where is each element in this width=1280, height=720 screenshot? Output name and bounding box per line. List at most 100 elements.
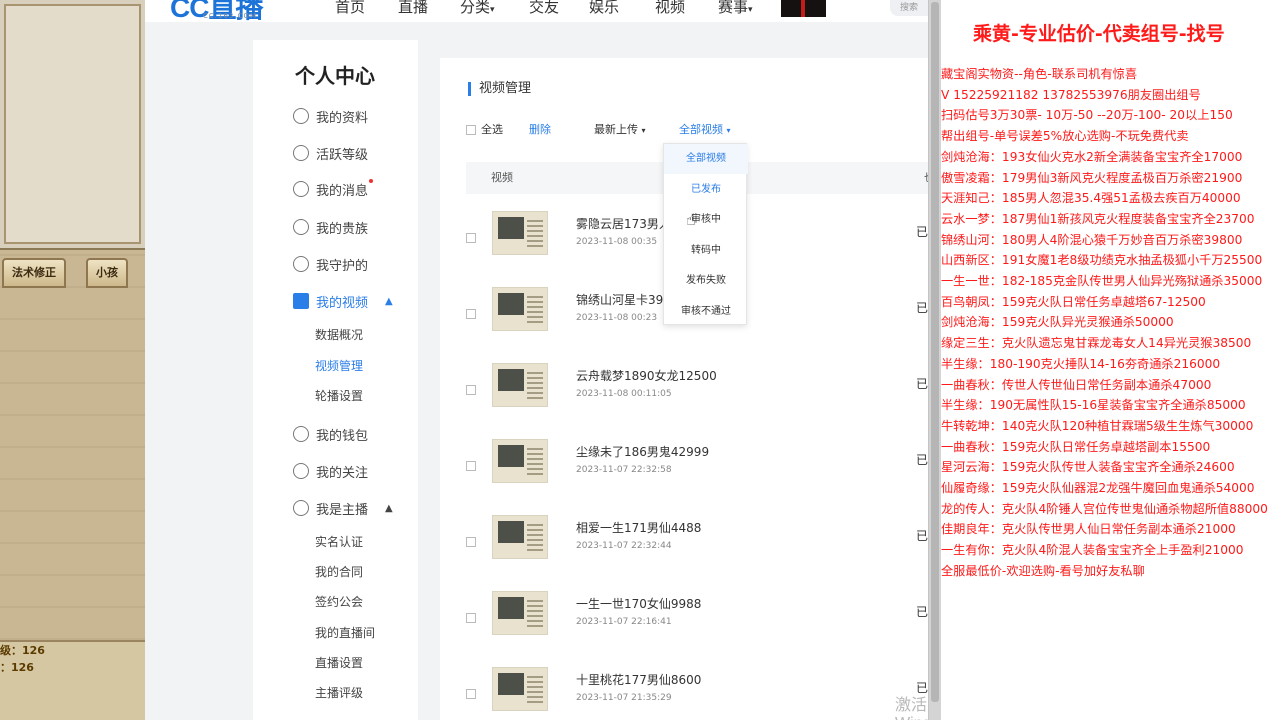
- table-row[interactable]: 云舟载梦1890女龙12500 2023-11-08 00:11:05 已: [466, 355, 928, 425]
- video-title[interactable]: 一生一世170女仙9988: [576, 595, 701, 612]
- overlay-line: 佳期良年：克火队传世男人仙日常任务副本通杀21000: [941, 522, 1236, 537]
- overlay-line: 帮出组号-单号误差5%放心选购-不玩免费代卖: [941, 129, 1189, 144]
- page-scrollbar[interactable]: [928, 0, 941, 720]
- cc-logo-subtext: CC.163.COM: [203, 12, 258, 20]
- game-tab-child[interactable]: 小孩: [86, 258, 128, 288]
- search-input[interactable]: 搜索: [890, 0, 928, 16]
- overlay-title: 乘黄-专业估价-代卖组号-找号: [973, 23, 1225, 45]
- guard-icon: [293, 256, 309, 272]
- sidebar-sub-guild[interactable]: 签约公会: [315, 593, 363, 610]
- sidebar-sub-carousel[interactable]: 轮播设置: [315, 387, 363, 404]
- row-checkbox[interactable]: [466, 689, 476, 699]
- sidebar-item-follows[interactable]: 我的关注: [293, 461, 368, 481]
- sidebar-sub-video-manage[interactable]: 视频管理: [315, 357, 363, 374]
- video-status: 已: [916, 453, 928, 467]
- row-checkbox[interactable]: [466, 309, 476, 319]
- filter-option-rejected[interactable]: 审核不通过: [664, 297, 748, 327]
- overlay-line: 星河云海：159克火队传世人装备宝宝齐全通杀24600: [941, 460, 1235, 475]
- video-thumbnail[interactable]: [492, 667, 548, 711]
- sidebar-sub-my-room[interactable]: 我的直播间: [315, 624, 375, 641]
- filter-option-transcoding[interactable]: 转码中: [664, 236, 748, 266]
- row-checkbox[interactable]: [466, 385, 476, 395]
- video-time: 2023-11-08 00:35: [576, 237, 658, 247]
- nav-entertainment[interactable]: 娱乐: [589, 0, 619, 17]
- sidebar-item-activity[interactable]: 活跃等级: [293, 143, 368, 163]
- nav-live[interactable]: 直播: [398, 0, 428, 17]
- video-thumbnail[interactable]: [492, 287, 548, 331]
- hand-cursor-icon: ☝: [686, 210, 696, 229]
- filter-option-published[interactable]: 已发布: [664, 175, 748, 205]
- filter-menu: 全部视频 已发布 审核中 转码中 发布失败 审核不通过: [663, 143, 748, 327]
- sort-dropdown[interactable]: 最新上传 ▾: [594, 121, 646, 137]
- heart-icon: [293, 463, 309, 479]
- sidebar-sub-live-settings[interactable]: 直播设置: [315, 654, 363, 671]
- sidebar-item-noble[interactable]: 我的贵族: [293, 217, 368, 237]
- wallet-icon: [293, 426, 309, 442]
- video-title[interactable]: 云舟载梦1890女龙12500: [576, 367, 717, 384]
- sidebar-sub-rating[interactable]: 主播评级: [315, 684, 363, 701]
- overlay-line: V 15225921182 13782553976朋友圈出组号: [941, 87, 1201, 102]
- table-row[interactable]: 相爱一生171男仙4488 2023-11-07 22:32:44 已: [466, 507, 928, 577]
- row-checkbox[interactable]: [466, 233, 476, 243]
- chevron-up-icon: ▲: [385, 502, 393, 514]
- video-thumbnail[interactable]: [492, 439, 548, 483]
- filter-option-failed[interactable]: 发布失败: [664, 266, 748, 296]
- delete-button[interactable]: 删除: [529, 121, 551, 137]
- video-thumbnail[interactable]: [492, 363, 548, 407]
- video-thumbnail[interactable]: [492, 591, 548, 635]
- video-thumbnail[interactable]: [492, 515, 548, 559]
- sidebar-item-messages[interactable]: 我的消息: [293, 179, 373, 199]
- live-thumbnail[interactable]: [781, 0, 826, 17]
- table-row[interactable]: 尘缘未了186男鬼42999 2023-11-07 22:32:58 已: [466, 431, 928, 501]
- sidebar-item-profile[interactable]: 我的资料: [293, 106, 368, 126]
- overlay-line: 剑炖沧海：159克火队异光灵猴通杀50000: [941, 315, 1174, 330]
- video-title[interactable]: 尘缘未了186男鬼42999: [576, 443, 709, 460]
- sidebar-item-anchor[interactable]: 我是主播 ▲: [293, 498, 393, 518]
- overlay-line: 半生缘：190无属性队15-16星装备宝宝齐全通杀85000: [941, 398, 1246, 413]
- sidebar-title: 个人中心: [295, 64, 375, 88]
- sidebar-item-wallet[interactable]: 我的钱包: [293, 424, 368, 444]
- video-thumbnail[interactable]: [492, 211, 548, 255]
- select-all-checkbox[interactable]: 全选: [466, 121, 503, 137]
- video-status: 已: [916, 529, 928, 543]
- row-checkbox[interactable]: [466, 537, 476, 547]
- video-title[interactable]: 十里桃花177男仙8600: [576, 671, 701, 688]
- overlay-line: 云水一梦：187男仙1新孩风克火程度装备宝宝齐全23700: [941, 211, 1255, 226]
- nav-video[interactable]: 视频: [655, 0, 685, 17]
- nav-social[interactable]: 交友: [529, 0, 559, 17]
- overlay-line: 一曲春秋：传世人传世仙日常任务副本通杀47000: [941, 377, 1212, 392]
- video-time: 2023-11-07 22:16:41: [576, 617, 672, 627]
- table-row[interactable]: 一生一世170女仙9988 2023-11-07 22:16:41 已: [466, 583, 928, 653]
- sidebar-sub-overview[interactable]: 数据概况: [315, 326, 363, 343]
- video-time: 2023-11-07 21:35:29: [576, 693, 672, 703]
- sidebar-sub-verify[interactable]: 实名认证: [315, 533, 363, 550]
- overlay-line: 锦绣山河：180男人4阶混心猿千万妙音百万杀密39800: [941, 232, 1243, 247]
- video-time: 2023-11-08 00:11:05: [576, 389, 672, 399]
- video-title[interactable]: 雾隐云居173男人: [576, 215, 671, 232]
- game-panel: [0, 0, 145, 250]
- game-stat-2: ：126: [0, 661, 34, 674]
- sidebar-item-videos[interactable]: 我的视频 ▲: [293, 291, 393, 311]
- video-time: 2023-11-08 00:23: [576, 313, 658, 323]
- video-title[interactable]: 相爱一生171男仙4488: [576, 519, 701, 536]
- filter-dropdown[interactable]: 全部视频 ▾: [679, 121, 731, 137]
- nav-events[interactable]: 赛事▾: [718, 0, 753, 17]
- table-row[interactable]: 十里桃花177男仙8600 2023-11-07 21:35:29 已: [466, 659, 928, 720]
- overlay-line: 扫码估号3万30票- 10万-50 --20万-100- 20以上150: [941, 108, 1233, 123]
- nav-category[interactable]: 分类▾: [460, 0, 495, 17]
- sidebar-item-guard[interactable]: 我守护的: [293, 254, 368, 274]
- stream-overlay: 乘黄-专业估价-代卖组号-找号 藏宝阁实物资--角色-联系司机有惊喜 V 1522…: [941, 0, 1280, 720]
- filter-option-all[interactable]: 全部视频: [664, 144, 748, 174]
- video-icon: [293, 293, 309, 309]
- overlay-line: 山西新区：191女魔1老8级功绩克水抽孟极狐小千万25500: [941, 253, 1263, 268]
- filter-option-reviewing[interactable]: 审核中: [664, 205, 748, 235]
- row-checkbox[interactable]: [466, 613, 476, 623]
- overlay-line: 天涯知己：185男人忽混35.4强51孟极去疾百万40000: [941, 191, 1241, 206]
- message-icon: [293, 181, 309, 197]
- row-checkbox[interactable]: [466, 461, 476, 471]
- sidebar-sub-contract[interactable]: 我的合同: [315, 563, 363, 580]
- nav-home[interactable]: 首页: [335, 0, 365, 17]
- game-tab-spell[interactable]: 法术修正: [2, 258, 66, 288]
- top-navigation: CC直播 CC.163.COM 首页 直播 分类▾ 交友 娱乐 视频 赛事▾ 搜…: [145, 0, 928, 23]
- video-title[interactable]: 锦绣山河星卡39: [576, 291, 663, 308]
